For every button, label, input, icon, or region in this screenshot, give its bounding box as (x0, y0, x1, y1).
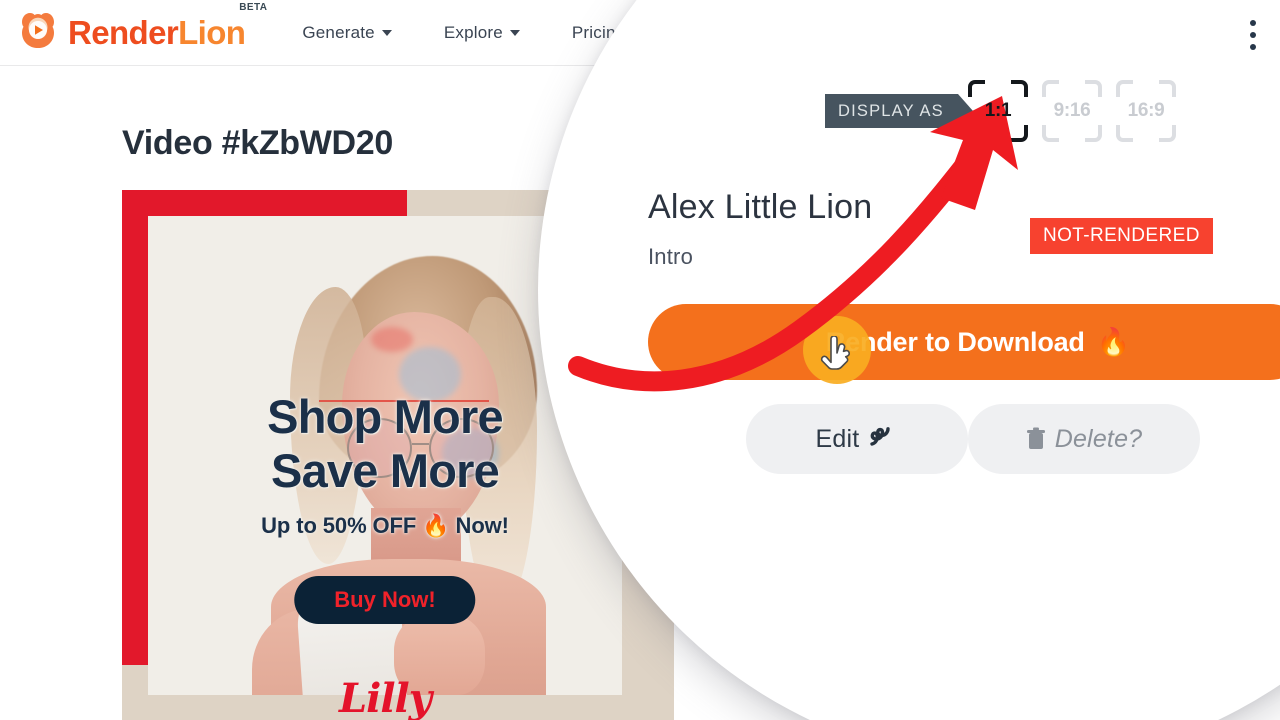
aspect-ratio-1-1-button[interactable]: 1:1 (968, 80, 1028, 142)
video-name: Alex Little Lion (648, 188, 873, 226)
delete-button-label: Delete? (1054, 424, 1143, 453)
aspect-ratio-1-1-label: 1:1 (984, 100, 1012, 121)
zoom-lens-overlay: DISPLAY AS 1:1 9:16 16:9 Alex Little Lio… (538, 0, 1280, 720)
beta-badge: BETA (239, 2, 268, 13)
pen-squiggle-icon (868, 423, 898, 456)
aspect-ratio-9-16-button[interactable]: 9:16 (1042, 80, 1102, 142)
edit-button-label: Edit (815, 424, 860, 453)
pointing-hand-cursor-icon (819, 335, 853, 376)
nav-item-generate[interactable]: Generate (302, 22, 392, 43)
nav-item-generate-label: Generate (302, 22, 375, 42)
app-screenshot: RenderLion BETA Generate Explore Pricing… (0, 0, 1280, 720)
aspect-ratio-16-9-label: 16:9 (1127, 100, 1165, 121)
video-subtitle: Intro (648, 244, 694, 269)
buy-now-button[interactable]: Buy Now! (294, 576, 476, 625)
lion-play-logo-icon (14, 9, 62, 57)
status-badge: NOT-RENDERED (1030, 218, 1213, 254)
chevron-down-icon (381, 29, 392, 36)
display-as-label: DISPLAY AS (825, 94, 973, 128)
trash-icon (1026, 427, 1046, 451)
edit-button[interactable]: Edit (746, 404, 968, 474)
more-vertical-icon[interactable] (1250, 20, 1256, 56)
brand-render-text: Render (68, 14, 179, 51)
flame-icon: 🔥 (1096, 327, 1131, 357)
zoom-lens-content: DISPLAY AS 1:1 9:16 16:9 Alex Little Lio… (538, 0, 1280, 720)
page-title: Video #kZbWD20 (122, 124, 394, 162)
brand-logo[interactable]: RenderLion BETA (14, 3, 267, 57)
brand-lion-text: Lion (178, 14, 246, 51)
brand-wordmark: RenderLion BETA (68, 3, 267, 51)
aspect-ratio-16-9-button[interactable]: 16:9 (1116, 80, 1176, 142)
delete-button[interactable]: Delete? (968, 404, 1200, 474)
render-to-download-button[interactable]: Render to Download 🔥 (648, 304, 1280, 380)
chevron-down-icon (509, 29, 520, 36)
lilly-brand-logo: Lilly (339, 674, 432, 720)
aspect-ratio-9-16-label: 9:16 (1053, 100, 1091, 121)
aspect-ratio-group: 1:1 9:16 16:9 (968, 80, 1176, 142)
nav-item-explore-label: Explore (443, 22, 503, 42)
nav-item-explore[interactable]: Explore (444, 23, 520, 43)
